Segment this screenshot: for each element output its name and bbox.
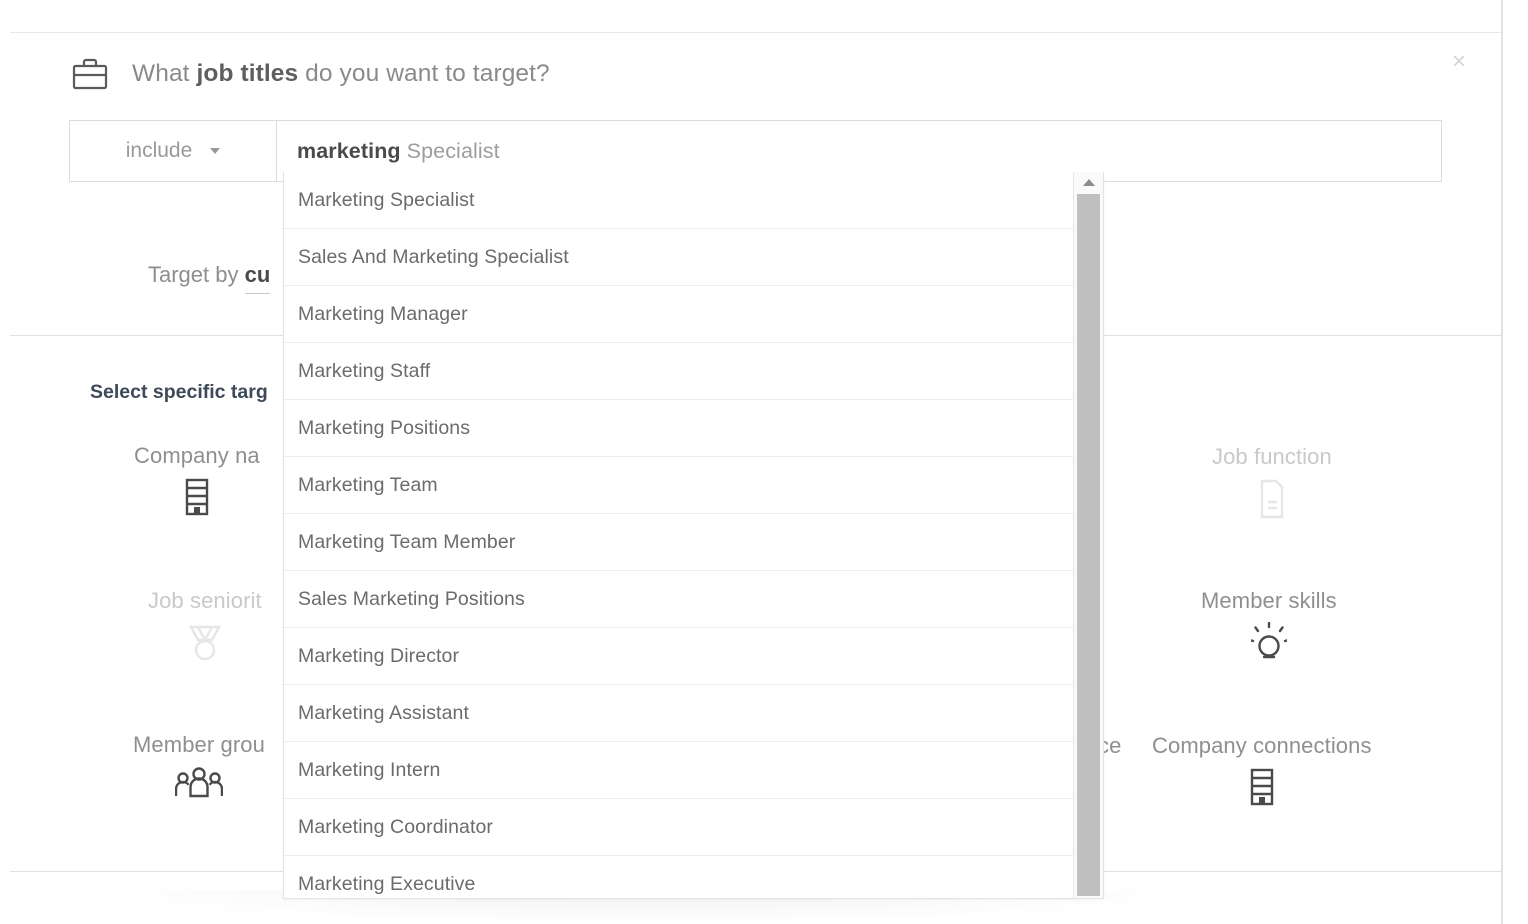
target-by-text: Target by cu	[148, 262, 271, 294]
facet-label: Job seniorit	[148, 588, 262, 613]
facet-label: Company connections	[1152, 733, 1372, 758]
suggestion-item[interactable]: Marketing Director	[284, 628, 1075, 685]
people-group-icon	[174, 766, 223, 800]
inline-suggestion-text: Specialist	[406, 138, 500, 163]
question-prefix: What	[132, 60, 197, 87]
facet-label: Job function	[1212, 444, 1332, 469]
question-bold: job titles	[196, 60, 299, 87]
suggestion-item[interactable]: Marketing Intern	[284, 742, 1075, 799]
medal-icon	[186, 622, 224, 664]
dropdown-scrollbar[interactable]	[1073, 172, 1103, 898]
section-heading: Select specific targ	[90, 381, 268, 403]
suggestion-item[interactable]: Marketing Executive	[284, 856, 1075, 898]
company-building-icon	[180, 477, 214, 517]
facet-member-groups[interactable]: Member grou	[133, 732, 265, 800]
lightbulb-icon	[1250, 622, 1287, 662]
suggestion-item[interactable]: Marketing Assistant	[284, 685, 1075, 742]
match-mode-select[interactable]: include	[69, 120, 277, 182]
suggestion-item[interactable]: Marketing Manager	[284, 286, 1075, 343]
question-text: What job titles do you want to target?	[132, 60, 550, 88]
suggestion-item[interactable]: Sales And Marketing Specialist	[284, 229, 1075, 286]
targeting-panel: What job titles do you want to target? ×…	[0, 0, 1528, 924]
target-by-prefix: Target by	[148, 262, 245, 287]
top-divider	[10, 32, 1502, 33]
suggestion-item[interactable]: Marketing Team Member	[284, 514, 1075, 571]
match-mode-label: include	[125, 139, 193, 162]
suggestion-item[interactable]: Marketing Team	[284, 457, 1075, 514]
job-title-suggestions-dropdown: Marketing Specialist Sales And Marketing …	[283, 172, 1104, 899]
suggestion-item[interactable]: Sales Marketing Positions	[284, 571, 1075, 628]
scrollbar-thumb[interactable]	[1077, 194, 1100, 896]
suggestion-item[interactable]: Marketing Coordinator	[284, 799, 1075, 856]
facet-member-skills[interactable]: Member skills	[1201, 588, 1337, 662]
facet-label: Company na	[134, 443, 260, 468]
facet-label: Member grou	[133, 732, 265, 757]
question-suffix: do you want to target?	[298, 60, 550, 87]
question-header: What job titles do you want to target?	[70, 54, 550, 94]
panel-right-edge	[1501, 0, 1503, 924]
suggestion-list: Marketing Specialist Sales And Marketing …	[284, 172, 1075, 898]
chevron-down-icon	[210, 148, 221, 154]
company-building-icon	[1245, 767, 1279, 807]
suggestion-item[interactable]: Marketing Specialist	[284, 172, 1075, 229]
facet-company-name[interactable]: Company na	[134, 443, 260, 517]
typed-query-text: marketing	[297, 138, 401, 163]
suggestion-item[interactable]: Marketing Positions	[284, 400, 1075, 457]
briefcase-icon	[70, 54, 110, 94]
facet-job-function[interactable]: Job function	[1212, 444, 1332, 520]
target-by-link[interactable]: cu	[244, 262, 271, 294]
facet-company-connections[interactable]: Company connections	[1152, 733, 1372, 807]
suggestion-item[interactable]: Marketing Staff	[284, 343, 1075, 400]
document-icon	[1255, 478, 1289, 520]
facet-job-seniority[interactable]: Job seniorit	[148, 588, 262, 664]
scroll-up-arrow-icon[interactable]	[1074, 172, 1103, 192]
close-icon[interactable]: ×	[1442, 45, 1476, 79]
facet-label: Member skills	[1201, 588, 1337, 613]
